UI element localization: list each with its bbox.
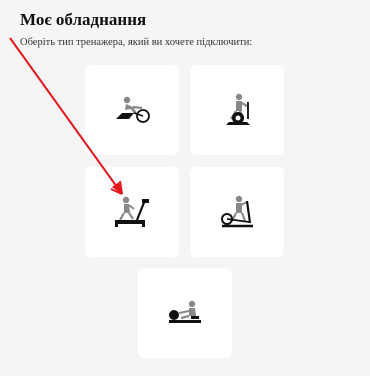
page-subtitle: Оберіть тип тренажера, який ви хочете пі… — [20, 37, 253, 48]
treadmill-icon — [115, 196, 149, 227]
equipment-card-elliptical[interactable] — [190, 167, 284, 257]
rower-icon — [169, 300, 201, 323]
equipment-card-rower[interactable] — [138, 268, 232, 358]
equipment-card-bike[interactable] — [85, 65, 179, 155]
page-title: Моє обладнання — [20, 10, 147, 29]
bike-icon — [116, 96, 150, 123]
equipment-card-treadmill[interactable] — [85, 167, 179, 257]
upright-bike-icon — [226, 93, 250, 125]
equipment-card-upright-bike[interactable] — [190, 65, 284, 155]
elliptical-icon — [221, 195, 253, 228]
